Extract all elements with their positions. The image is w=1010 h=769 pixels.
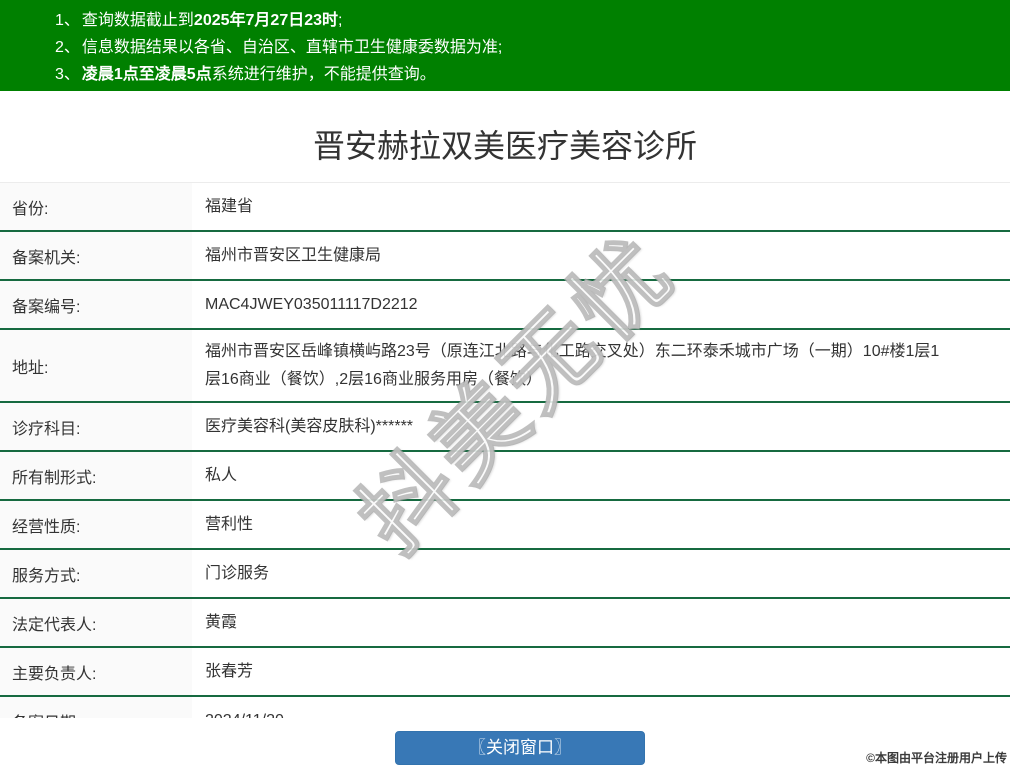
notice-item-number: 3、	[55, 66, 80, 83]
notice-item-number: 2、	[55, 39, 80, 56]
notice-list: 1、 查询数据截止到2025年7月27日23时; 2、 信息数据结果以各省、自治区、直…	[55, 7, 1010, 88]
notice-item-text: 凌晨1点至凌晨5点	[81, 66, 212, 83]
table-row: 所有制形式: 私人	[0, 452, 1010, 501]
row-value: 私人	[205, 466, 238, 484]
row-label: 省份:	[0, 183, 192, 230]
row-label: 服务方式:	[0, 550, 192, 597]
row-label: 备案编号:	[0, 281, 192, 328]
table-row: 诊疗科目: 医疗美容科(美容皮肤科)******	[0, 403, 1010, 452]
row-value: 黄霞	[205, 613, 238, 631]
table-row: 备案日期:2024/11/20	[0, 697, 1010, 719]
footer-bar: 〖关闭窗口〗 ©本图由平台注册用户上传	[0, 718, 1010, 769]
row-value: 张春芳	[205, 662, 254, 680]
notice-item-number: 1、	[55, 12, 80, 29]
notice-item-text: 2025年7月27日23时	[193, 12, 339, 29]
table-row: 备案机关: 福州市晋安区卫生健康局	[0, 232, 1010, 281]
notice-item-text: 信息数据结果以各省、自治区、直辖市卫生健康委数据为准;	[81, 39, 503, 56]
row-label: 地址:	[0, 330, 192, 401]
notice-item: 2、 信息数据结果以各省、自治区、直辖市卫生健康委数据为准;	[55, 34, 1010, 61]
notice-item-text: ;	[338, 12, 343, 29]
row-value: 医疗美容科(美容皮肤科)******	[205, 417, 414, 435]
notice-item: 1、 查询数据截止到2025年7月27日23时;	[55, 7, 1010, 34]
notice-item: 3、 凌晨1点至凌晨5点系统进行维护，不能提供查询。	[55, 61, 1010, 88]
row-value: 营利性	[205, 515, 254, 533]
table-row: 经营性质: 营利性	[0, 501, 1010, 550]
row-value: 福州市晋安区岳峰镇横屿路23号（原连江北路与化工路交叉处）东二环泰禾城市广场（一…	[205, 342, 940, 388]
row-label: 备案日期:	[0, 697, 192, 719]
page-title: 晋安赫拉双美医疗美容诊所	[312, 128, 697, 164]
notice-item-text: 查询数据截止到	[81, 12, 194, 29]
close-window-button[interactable]: 〖关闭窗口〗	[395, 731, 645, 765]
row-value: 2024/11/20	[192, 697, 1010, 720]
row-label: 主要负责人:	[0, 648, 192, 695]
row-value: 门诊服务	[205, 564, 270, 582]
row-value: 福建省	[205, 197, 254, 215]
record-detail-table: 省份: 福建省 备案机关: 福州市晋安区卫生健康局 备案编号: MAC4JWEY03501…	[0, 182, 1010, 719]
table-row: 省份: 福建省	[0, 183, 1010, 232]
table-row: 法定代表人: 黄霞	[0, 599, 1010, 648]
table-row: 主要负责人: 张春芳	[0, 648, 1010, 697]
notice-item-text: 系统进行维护，不能提供查询。	[211, 66, 436, 83]
table-row: 地址: 福州市晋安区岳峰镇横屿路23号（原连江北路与化工路交叉处）东二环泰禾城市广…	[0, 330, 1010, 403]
row-value: MAC4JWEY035011117D2212	[205, 295, 418, 313]
row-label: 所有制形式:	[0, 452, 192, 499]
table-row: 备案编号: MAC4JWEY035011117D2212	[0, 281, 1010, 330]
upload-caption: ©本图由平台注册用户上传	[866, 751, 1007, 765]
notice-banner: 1、 查询数据截止到2025年7月27日23时; 2、 信息数据结果以各省、自治区、直…	[0, 0, 1010, 91]
row-label: 备案机关:	[0, 232, 192, 279]
row-label: 经营性质:	[0, 501, 192, 548]
table-row: 服务方式: 门诊服务	[0, 550, 1010, 599]
row-label: 法定代表人:	[0, 599, 192, 646]
row-label: 诊疗科目:	[0, 403, 192, 450]
row-value: 福州市晋安区卫生健康局	[205, 246, 382, 264]
